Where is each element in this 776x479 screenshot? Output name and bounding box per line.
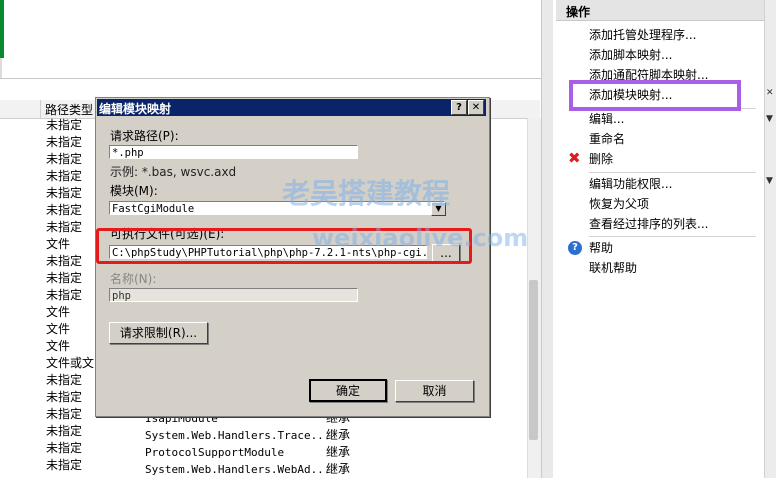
path-type-cell: 未指定: [46, 169, 83, 183]
action-rename[interactable]: 重命名: [589, 130, 625, 148]
annotation-highlight-purple: [569, 80, 741, 111]
row-module-cell: System.Web.Handlers.WebAd...: [145, 463, 331, 476]
arrow-down-icon[interactable]: ▼: [766, 176, 773, 186]
row-module-cell: System.Web.Handlers.Trace...: [145, 429, 331, 442]
row-access-cell: 继承: [326, 445, 351, 459]
path-type-cell: 未指定: [46, 220, 83, 234]
actions-title: 操作: [566, 5, 591, 19]
column-separator: [40, 100, 41, 118]
path-type-cell: 未指定: [46, 203, 83, 217]
divider: [589, 236, 756, 237]
watermark-url: weixiaolive.com: [312, 224, 529, 252]
cancel-button[interactable]: 取消: [395, 380, 474, 402]
name-label: 名称(N):: [110, 272, 157, 286]
path-type-cell: 未指定: [46, 118, 83, 132]
path-type-cell: 文件: [46, 322, 71, 336]
path-type-cell: 未指定: [46, 288, 83, 302]
name-input[interactable]: php: [109, 288, 358, 302]
action-delete[interactable]: 删除: [589, 150, 613, 168]
action-revert-to-parent[interactable]: 恢复为父项: [589, 195, 649, 213]
close-x-icon[interactable]: ✕: [766, 88, 774, 98]
path-type-cell: 文件或文: [46, 356, 95, 370]
action-edit[interactable]: 编辑...: [589, 110, 624, 128]
right-edge-scrollbar[interactable]: [764, 0, 776, 478]
action-help[interactable]: 帮助: [589, 239, 613, 257]
request-path-label: 请求路径(P):: [110, 129, 179, 143]
dialog-title: 编辑模块映射: [99, 102, 172, 116]
path-type-cell: 文件: [46, 237, 71, 251]
left-green-strip: [0, 0, 4, 58]
module-label: 模块(M):: [110, 184, 158, 198]
path-type-cell: 未指定: [46, 271, 83, 285]
path-type-cell: 文件: [46, 339, 71, 353]
ok-button[interactable]: 确定: [309, 379, 387, 402]
path-type-cell: 未指定: [46, 390, 83, 404]
path-type-cell: 未指定: [46, 458, 83, 472]
path-type-cell: 未指定: [46, 424, 83, 438]
watermark-text: 老吴搭建教程: [282, 177, 451, 210]
path-type-cell: 未指定: [46, 152, 83, 166]
path-type-cell: 未指定: [46, 254, 83, 268]
request-restrictions-button[interactable]: 请求限制(R)...: [109, 322, 208, 344]
path-type-cell: 未指定: [46, 135, 83, 149]
row-access-cell: 继承: [326, 462, 351, 476]
scrollbar-thumb[interactable]: [529, 280, 538, 440]
example-text: 示例: *.bas, wsvc.axd: [110, 165, 237, 179]
action-view-ordered-list[interactable]: 查看经过排序的列表...: [589, 215, 708, 233]
path-type-cell: 未指定: [46, 373, 83, 387]
row-module-cell: ProtocolSupportModule: [145, 446, 285, 459]
delete-icon: ✖: [568, 149, 581, 167]
column-header-path-type[interactable]: 路径类型: [45, 101, 93, 118]
arrow-down-icon[interactable]: ▼: [766, 114, 773, 124]
path-type-cell: 未指定: [46, 441, 83, 455]
row-access-cell: 继承: [326, 428, 351, 442]
action-edit-feature-permissions[interactable]: 编辑功能权限...: [589, 175, 672, 193]
path-type-cell: 未指定: [46, 407, 83, 421]
close-button[interactable]: ✕: [468, 100, 484, 115]
help-icon: ?: [568, 241, 582, 255]
help-button[interactable]: ?: [451, 100, 467, 115]
divider: [589, 172, 756, 173]
action-add-script-map[interactable]: 添加脚本映射...: [589, 46, 672, 64]
path-type-cell: 未指定: [46, 186, 83, 200]
path-type-cell: 文件: [46, 305, 71, 319]
action-online-help[interactable]: 联机帮助: [589, 259, 637, 277]
request-path-input[interactable]: *.php: [109, 145, 358, 159]
action-add-managed-handler[interactable]: 添加托管处理程序...: [589, 26, 696, 44]
